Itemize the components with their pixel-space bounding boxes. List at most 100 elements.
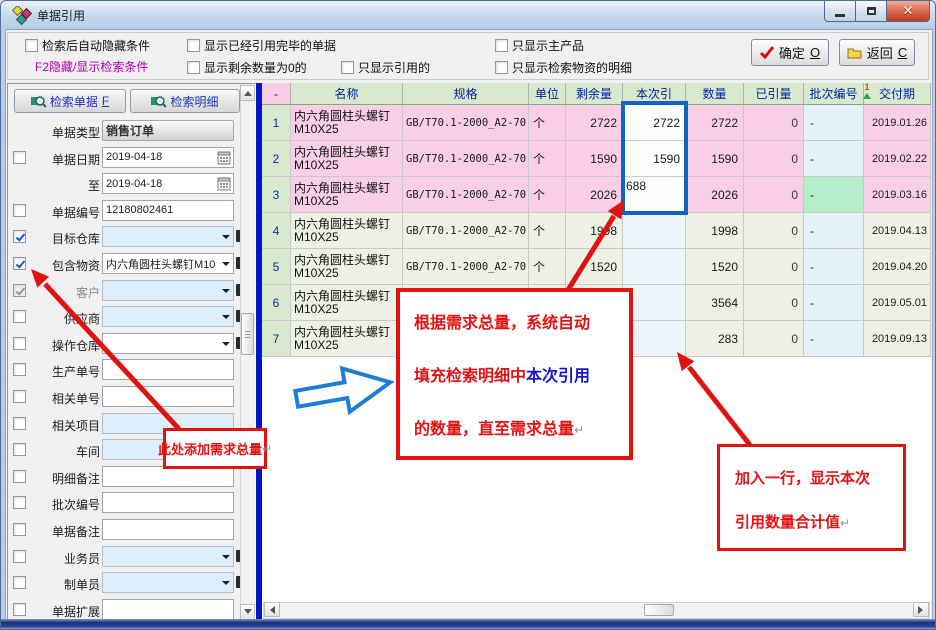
field-combo[interactable]: 销售订单 <box>102 120 234 141</box>
cell-spec[interactable]: GB/T70.1-2000_A2-70 <box>403 141 529 177</box>
cell-num[interactable]: 7 <box>262 321 291 357</box>
field-combo[interactable] <box>102 546 234 567</box>
column-header-num[interactable]: - <box>262 83 291 105</box>
dropdown-arrow-icon[interactable] <box>222 235 230 239</box>
cell-name[interactable]: 内六角圆柱头螺钉M10X25 <box>291 321 403 357</box>
field-combo[interactable] <box>102 306 234 327</box>
field-input[interactable] <box>102 492 234 513</box>
close-button[interactable]: ✕ <box>886 1 930 22</box>
dropdown-arrow-icon[interactable] <box>222 289 230 293</box>
cell-num[interactable]: 2 <box>262 141 291 177</box>
cell-delivery[interactable]: 2019.05.01 <box>864 285 931 321</box>
cell-name[interactable]: 内六角圆柱头螺钉M10X25 <box>291 141 403 177</box>
column-header-batch[interactable]: 批次编号 <box>804 83 864 105</box>
checkbox-show-fully-referenced[interactable]: 显示已经引用完毕的单据 <box>187 38 336 53</box>
column-header-used[interactable]: 已引量 <box>744 83 804 105</box>
minimize-button[interactable] <box>824 1 856 22</box>
checkbox-show-searched-material-detail[interactable]: 只显示检索物资的明细 <box>495 60 632 75</box>
cell-num[interactable]: 1 <box>262 105 291 141</box>
field-date-input[interactable]: 2019-04-18 <box>102 147 234 168</box>
cell-used[interactable]: 0 <box>744 285 804 321</box>
cell-unit[interactable]: 个 <box>529 177 566 213</box>
cell-batch[interactable]: - <box>804 213 864 249</box>
cell-batch[interactable]: - <box>804 249 864 285</box>
grid-horizontal-scrollbar[interactable] <box>263 602 930 619</box>
field-combo[interactable] <box>102 333 234 354</box>
cell-spec[interactable]: GB/T70.1-2000_A2-70 <box>403 105 529 141</box>
cell-current[interactable] <box>623 213 686 249</box>
column-header-name[interactable]: 名称 <box>291 83 403 105</box>
cell-num[interactable]: 5 <box>262 249 291 285</box>
dropdown-arrow-icon[interactable] <box>222 262 230 266</box>
cell-name[interactable]: 内六角圆柱头螺钉M10X25 <box>291 285 403 321</box>
cell-used[interactable]: 0 <box>744 213 804 249</box>
cell-unit[interactable]: 个 <box>529 249 566 285</box>
field-input[interactable] <box>102 359 234 380</box>
cell-spec[interactable]: GB/T70.1-2000_A2-70 <box>403 249 529 285</box>
left-panel-scrollbar[interactable] <box>240 85 255 620</box>
cell-used[interactable]: 0 <box>744 249 804 285</box>
cell-delivery[interactable]: 2019.09.13 <box>864 321 931 357</box>
dropdown-arrow-icon[interactable] <box>222 555 230 559</box>
column-header-remaining[interactable]: 剩余量 <box>566 83 623 105</box>
cell-qty[interactable]: 1590 <box>686 141 744 177</box>
cell-delivery[interactable]: 2019.02.22 <box>864 141 931 177</box>
cell-unit[interactable]: 个 <box>529 105 566 141</box>
cell-name[interactable]: 内六角圆柱头螺钉M10X25 <box>291 105 403 141</box>
cell-qty[interactable]: 1520 <box>686 249 744 285</box>
search-details-button[interactable]: 检索明细 <box>130 89 240 113</box>
cell-batch[interactable]: - <box>804 177 864 213</box>
field-input[interactable] <box>102 519 234 540</box>
field-input[interactable]: 12180802461 <box>102 200 234 221</box>
cell-batch[interactable]: - <box>804 105 864 141</box>
cell-qty[interactable]: 2722 <box>686 105 744 141</box>
titlebar[interactable]: 单据引用 ✕ <box>1 1 936 29</box>
cell-name[interactable]: 内六角圆柱头螺钉M10X25 <box>291 249 403 285</box>
column-header-unit[interactable]: 单位 <box>529 83 566 105</box>
cell-remaining[interactable]: 1590 <box>566 141 623 177</box>
dropdown-arrow-icon[interactable] <box>222 581 230 585</box>
cell-used[interactable]: 0 <box>744 105 804 141</box>
dropdown-arrow-icon[interactable] <box>222 342 230 346</box>
cell-remaining[interactable]: 2722 <box>566 105 623 141</box>
cell-batch[interactable]: - <box>804 321 864 357</box>
field-combo[interactable] <box>102 572 234 593</box>
cell-delivery[interactable]: 2019.01.26 <box>864 105 931 141</box>
cell-used[interactable]: 0 <box>744 321 804 357</box>
cell-num[interactable]: 4 <box>262 213 291 249</box>
scrollbar-thumb[interactable] <box>241 313 254 355</box>
cell-unit[interactable]: 个 <box>529 141 566 177</box>
cell-remaining[interactable]: 2026 <box>566 177 623 213</box>
cell-num[interactable]: 3 <box>262 177 291 213</box>
cell-delivery[interactable]: 2019.04.13 <box>864 213 931 249</box>
cell-qty[interactable]: 2026 <box>686 177 744 213</box>
checkbox-show-main-product-only[interactable]: 只显示主产品 <box>495 38 584 53</box>
dropdown-arrow-icon[interactable] <box>222 315 230 319</box>
scroll-right-button[interactable] <box>913 602 929 617</box>
cell-remaining[interactable]: 1998 <box>566 213 623 249</box>
cell-current[interactable] <box>623 249 686 285</box>
field-date-input[interactable]: 2019-04-18 <box>102 173 234 194</box>
calendar-button[interactable] <box>217 177 231 194</box>
cell-batch[interactable]: - <box>804 285 864 321</box>
cell-remaining[interactable]: 1520 <box>566 249 623 285</box>
search-documents-button[interactable]: 检索单据 F <box>14 89 126 113</box>
cell-spec[interactable]: GB/T70.1-2000_A2-70 <box>403 177 529 213</box>
cell-delivery[interactable]: 2019.04.20 <box>864 249 931 285</box>
checkbox-show-zero-remaining[interactable]: 显示剩余数量为0的 <box>187 60 307 75</box>
field-combo[interactable] <box>102 226 234 247</box>
cell-qty[interactable]: 283 <box>686 321 744 357</box>
scroll-down-button[interactable] <box>240 604 255 620</box>
confirm-button[interactable]: 确定 O <box>751 39 829 66</box>
scrollbar-thumb[interactable] <box>644 604 674 616</box>
cell-used[interactable]: 0 <box>744 141 804 177</box>
cell-used[interactable]: 0 <box>744 177 804 213</box>
checkbox-show-referenced-only[interactable]: 只显示引用的 <box>341 60 430 75</box>
cell-batch[interactable]: - <box>804 141 864 177</box>
column-header-spec[interactable]: 规格 <box>403 83 529 105</box>
field-input[interactable] <box>102 386 234 407</box>
column-header-qty[interactable]: 数量 <box>686 83 744 105</box>
column-header-delivery[interactable]: 交付期 <box>864 83 931 105</box>
cell-name[interactable]: 内六角圆柱头螺钉M10X25 <box>291 213 403 249</box>
scroll-up-button[interactable] <box>240 85 255 101</box>
